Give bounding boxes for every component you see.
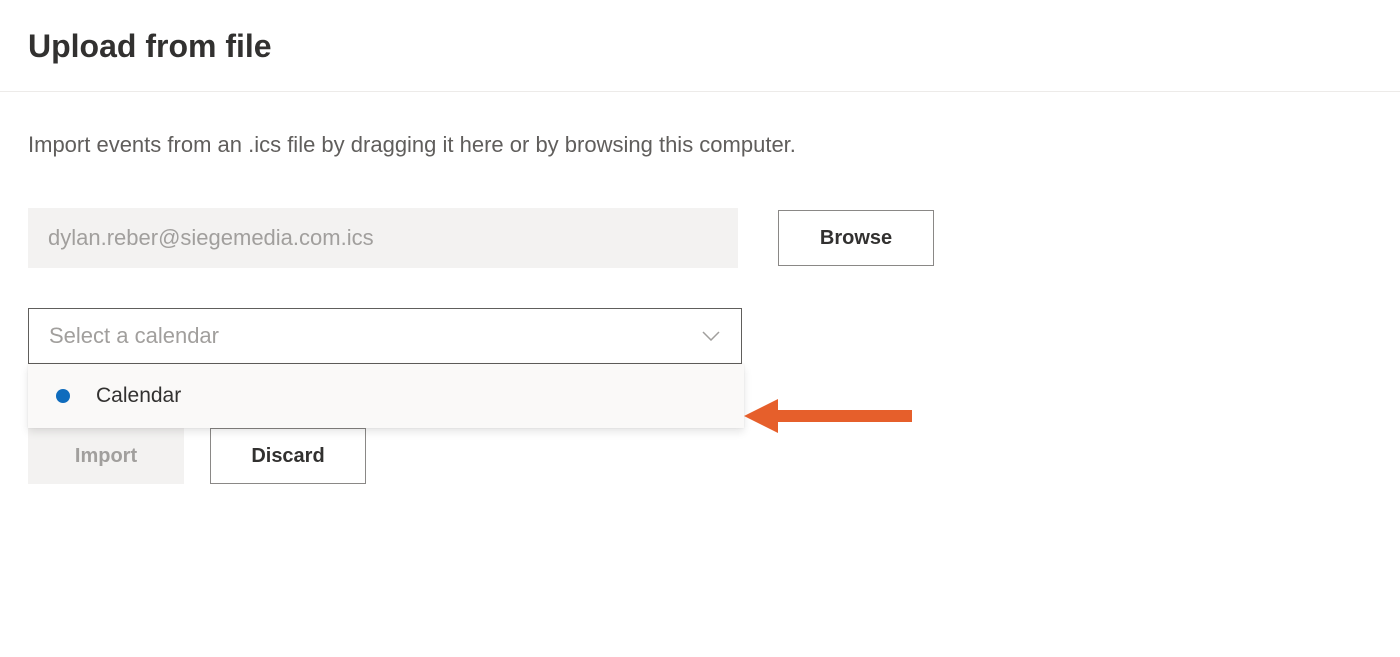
calendar-option-label: Calendar xyxy=(96,384,181,408)
header: Upload from file xyxy=(0,0,1400,92)
calendar-select-placeholder: Select a calendar xyxy=(49,323,219,349)
file-row: dylan.reber@siegemedia.com.ics Browse xyxy=(28,208,1372,268)
calendar-color-dot-icon xyxy=(56,389,70,403)
calendar-select-wrapper: Select a calendar Calendar xyxy=(28,308,742,364)
import-button[interactable]: Import xyxy=(28,428,184,484)
import-button-label: Import xyxy=(75,445,137,468)
button-row: Import Discard xyxy=(28,428,1372,484)
description-text: Import events from an .ics file by dragg… xyxy=(28,132,1372,158)
page-title: Upload from file xyxy=(28,28,1372,65)
content-area: Import events from an .ics file by dragg… xyxy=(0,92,1400,524)
file-input-placeholder: dylan.reber@siegemedia.com.ics xyxy=(48,225,374,251)
calendar-option-calendar[interactable]: Calendar xyxy=(28,364,744,428)
calendar-select[interactable]: Select a calendar xyxy=(28,308,742,364)
discard-button[interactable]: Discard xyxy=(210,428,366,484)
chevron-down-icon xyxy=(701,326,721,346)
browse-button[interactable]: Browse xyxy=(778,210,934,266)
browse-button-label: Browse xyxy=(820,227,892,250)
discard-button-label: Discard xyxy=(251,445,324,468)
calendar-dropdown: Calendar xyxy=(28,364,744,428)
file-input[interactable]: dylan.reber@siegemedia.com.ics xyxy=(28,208,738,268)
